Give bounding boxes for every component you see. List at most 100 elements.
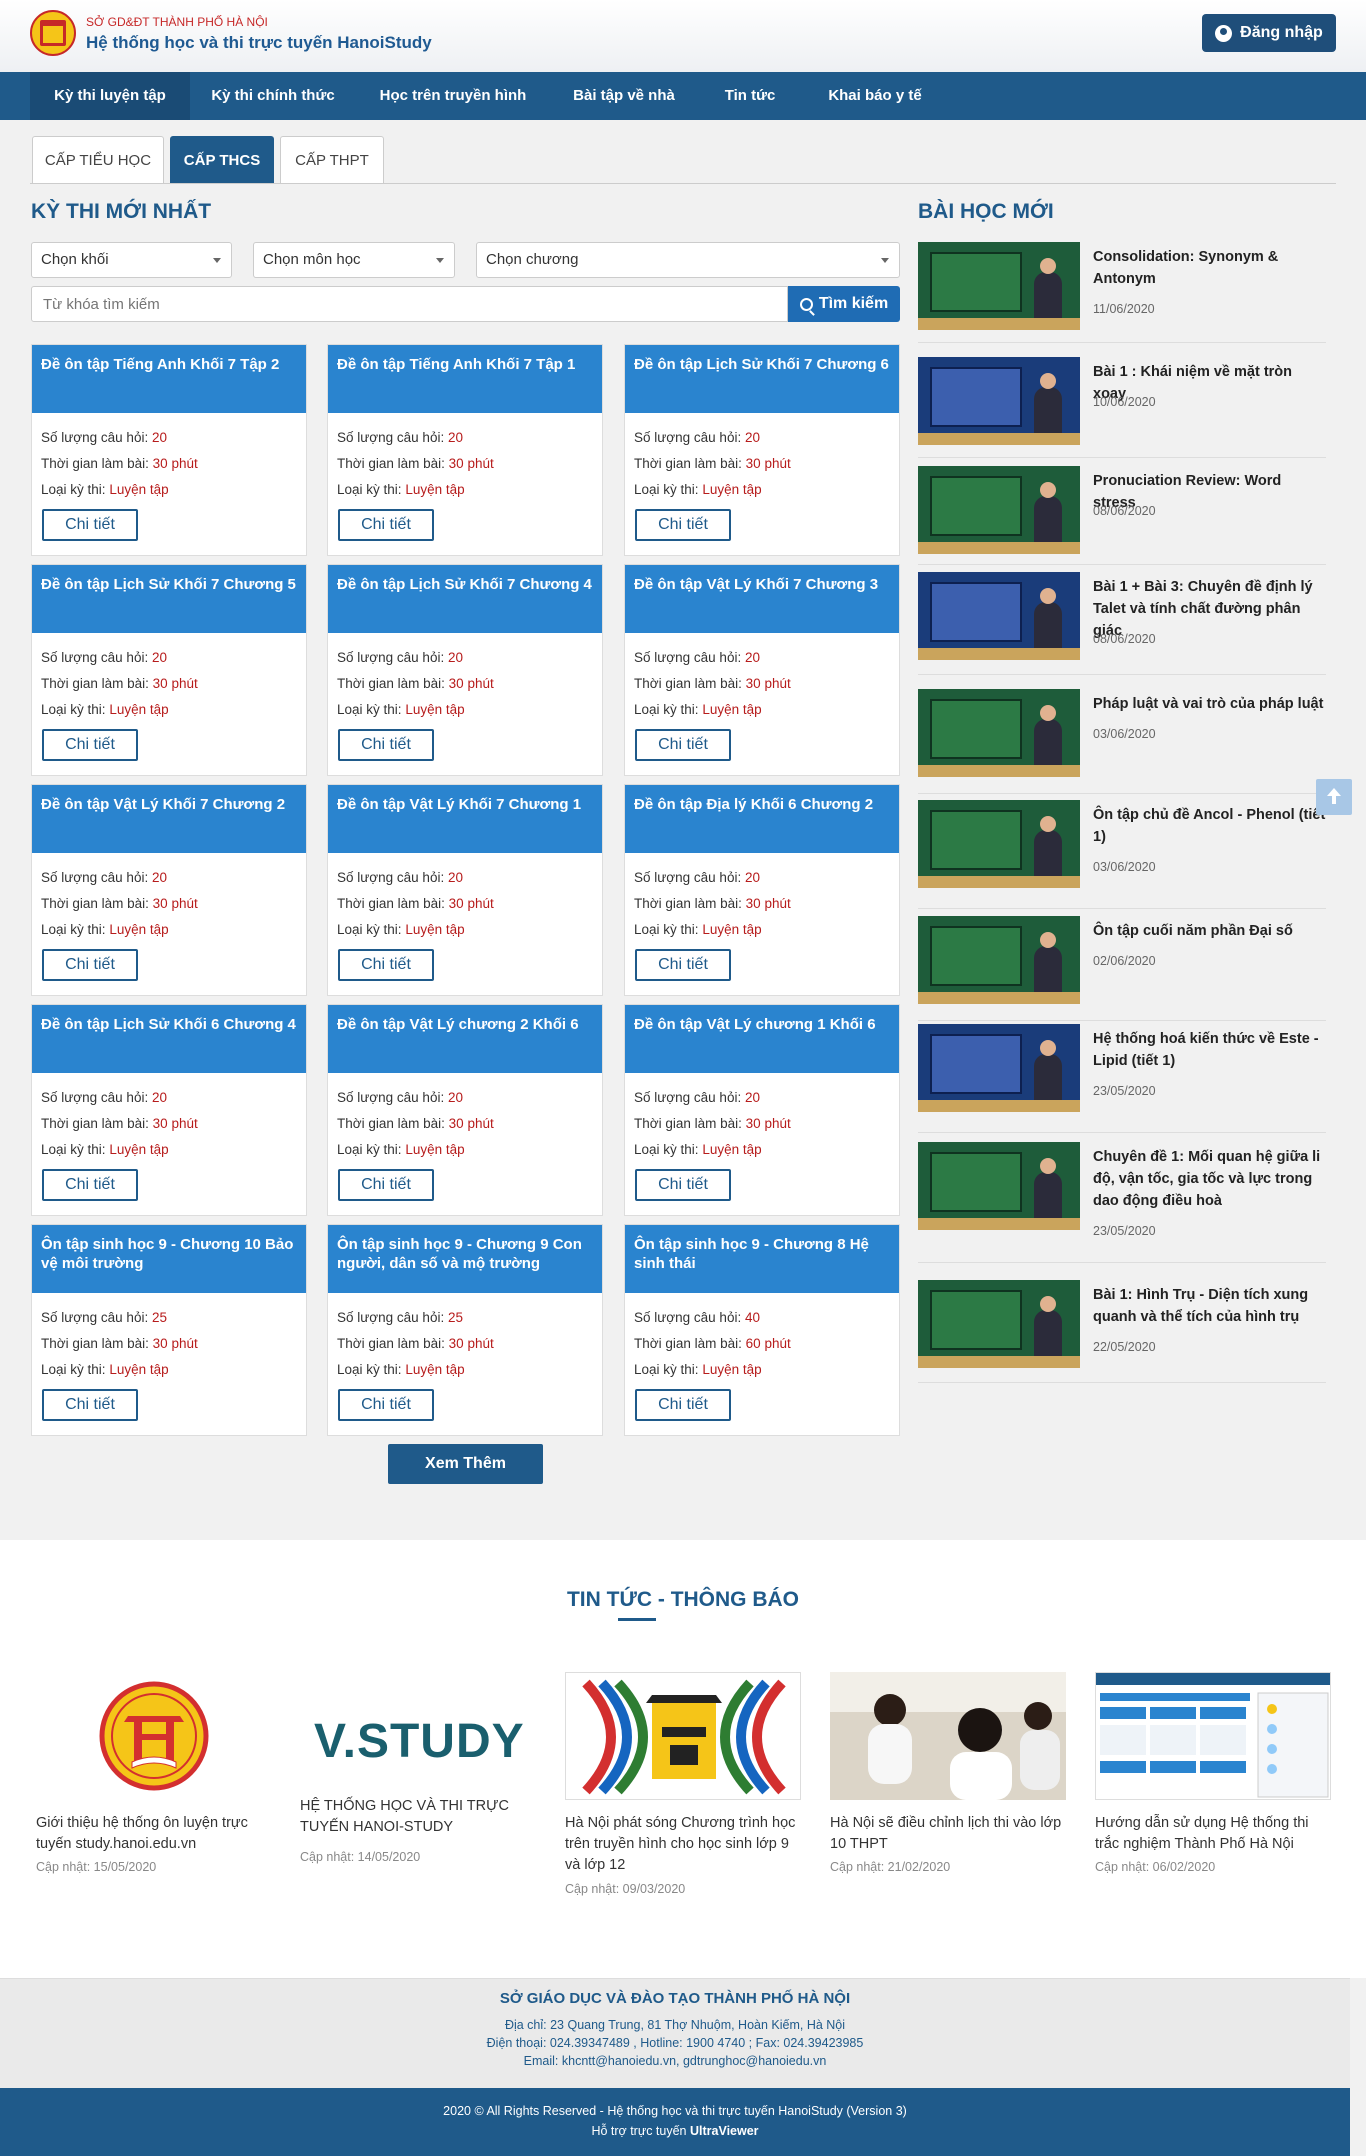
detail-button[interactable]: Chi tiết [338,949,434,981]
detail-button[interactable]: Chi tiết [635,1169,731,1201]
lesson-title[interactable]: Hệ thống hoá kiến thức về Este - Lipid (… [1093,1028,1326,1072]
lesson-thumbnail[interactable] [918,1024,1080,1112]
exam-card-title[interactable]: Đề ôn tập Vật Lý chương 1 Khối 6 [625,1005,899,1073]
nav-item-news[interactable]: Tin tức [710,72,790,120]
nav-item-tv-lessons[interactable]: Học trên truyền hình [370,72,536,120]
detail-button[interactable]: Chi tiết [338,509,434,541]
exam-card-title[interactable]: Đề ôn tập Lịch Sử Khối 7 Chương 5 [32,565,306,633]
exam-card-title[interactable]: Đề ôn tập Tiếng Anh Khối 7 Tập 1 [328,345,602,413]
detail-button[interactable]: Chi tiết [338,729,434,761]
detail-button[interactable]: Chi tiết [42,509,138,541]
subject-select[interactable]: Chọn môn học [253,242,455,278]
lesson-title[interactable]: Ôn tập cuối năm phần Đại số [1093,920,1326,942]
exam-card[interactable]: Đề ôn tập Vật Lý chương 1 Khối 6 Số lượng… [624,1004,900,1216]
news-caption[interactable]: Hà Nội phát sóng Chương trình học trên t… [565,1813,801,1876]
exam-card-title[interactable]: Đề ôn tập Lịch Sử Khối 7 Chương 6 [625,345,899,413]
detail-button[interactable]: Chi tiết [635,509,731,541]
exam-card[interactable]: Đề ôn tập Địa lý Khối 6 Chương 2 Số lượng… [624,784,900,996]
exam-card[interactable]: Đề ôn tập Vật Lý chương 2 Khối 6 Số lượng… [327,1004,603,1216]
view-more-button[interactable]: Xem Thêm [388,1444,543,1484]
lesson-item[interactable]: Bài 1 + Bài 3: Chuyên đề định lý Talet v… [918,572,1326,675]
detail-button[interactable]: Chi tiết [635,949,731,981]
lesson-title[interactable]: Chuyên đề 1: Mối quan hệ giữa li độ, vận… [1093,1146,1326,1212]
exam-card-title[interactable]: Đề ôn tập Tiếng Anh Khối 7 Tập 2 [32,345,306,413]
grade-select[interactable]: Chọn khối [31,242,232,278]
news-image-system-screenshot[interactable] [1095,1672,1331,1800]
exam-card[interactable]: Ôn tập sinh học 9 - Chương 10 Bảo vệ môi… [31,1224,307,1436]
tab-high-school[interactable]: CẤP THPT [280,136,384,184]
site-title[interactable]: Hệ thống học và thi trực tuyến HanoiStud… [86,33,432,53]
scroll-to-top-button[interactable] [1316,779,1352,815]
detail-button[interactable]: Chi tiết [42,949,138,981]
detail-button[interactable]: Chi tiết [635,1389,731,1421]
exam-card-title[interactable]: Đề ôn tập Lịch Sử Khối 6 Chương 4 [32,1005,306,1073]
lesson-thumbnail[interactable] [918,689,1080,777]
lesson-thumbnail[interactable] [918,1142,1080,1230]
lesson-item[interactable]: Ôn tập cuối năm phần Đại số 02/06/2020 [918,916,1326,1021]
exam-card[interactable]: Đề ôn tập Lịch Sử Khối 7 Chương 4 Số lượn… [327,564,603,776]
detail-button[interactable]: Chi tiết [42,1169,138,1201]
lesson-thumbnail[interactable] [918,242,1080,330]
exam-card-title[interactable]: Đề ôn tập Vật Lý Khối 7 Chương 1 [328,785,602,853]
exam-card-title[interactable]: Đề ôn tập Vật Lý Khối 7 Chương 3 [625,565,899,633]
exam-card-title[interactable]: Đề ôn tập Vật Lý Khối 7 Chương 2 [32,785,306,853]
lesson-item[interactable]: Consolidation: Synonym & Antonym 11/06/20… [918,242,1326,343]
news-image-vstudy-logo[interactable]: V.STUDY [300,1672,536,1800]
lesson-title[interactable]: Pháp luật và vai trò của pháp luật [1093,693,1326,715]
news-caption[interactable]: HỆ THỐNG HỌC VÀ THI TRỰC TUYẾN HANOI-STU… [300,1796,536,1838]
exam-card[interactable]: Đề ôn tập Lịch Sử Khối 7 Chương 5 Số lượn… [31,564,307,776]
exam-card[interactable]: Đề ôn tập Tiếng Anh Khối 7 Tập 1 Số lượng… [327,344,603,556]
nav-item-homework[interactable]: Bài tập về nhà [560,72,688,120]
news-caption[interactable]: Hướng dẫn sử dụng Hệ thống thi trắc nghi… [1095,1813,1331,1855]
lesson-thumbnail[interactable] [918,800,1080,888]
exam-card[interactable]: Đề ôn tập Vật Lý Khối 7 Chương 1 Số lượng… [327,784,603,996]
lesson-item[interactable]: Pháp luật và vai trò của pháp luật 03/06/… [918,689,1326,794]
exam-card-title[interactable]: Đề ôn tập Vật Lý chương 2 Khối 6 [328,1005,602,1073]
exam-card[interactable]: Ôn tập sinh học 9 - Chương 8 Hệ sinh thá… [624,1224,900,1436]
lesson-item[interactable]: Bài 1 : Khái niệm về mặt tròn xoay 10/06/… [918,357,1326,458]
lesson-item[interactable]: Pronuciation Review: Word stress 08/06/20… [918,466,1326,565]
lesson-item[interactable]: Hệ thống hoá kiến thức về Este - Lipid (… [918,1024,1326,1133]
lesson-item[interactable]: Ôn tập chủ đề Ancol - Phenol (tiết 1) 03/… [918,800,1326,909]
nav-item-health-declaration[interactable]: Khai báo y tế [815,72,935,120]
ultraviewer-link[interactable]: UltraViewer [690,2124,759,2138]
nav-item-official-exams[interactable]: Kỳ thi chính thức [200,72,346,120]
exam-card[interactable]: Đề ôn tập Lịch Sử Khối 6 Chương 4 Số lượn… [31,1004,307,1216]
detail-button[interactable]: Chi tiết [42,729,138,761]
news-caption[interactable]: Giới thiệu hệ thống ôn luyện trực tuyến … [36,1813,272,1855]
exam-card-title[interactable]: Đề ôn tập Địa lý Khối 6 Chương 2 [625,785,899,853]
search-button[interactable]: Tìm kiếm [788,286,900,322]
lesson-thumbnail[interactable] [918,916,1080,1004]
tab-primary[interactable]: CẤP TIỂU HỌC [32,136,164,184]
hanoi-edu-logo[interactable] [30,10,76,56]
news-image-students-photo[interactable] [830,1672,1066,1800]
news-image-tv-logo[interactable] [565,1672,801,1800]
search-input[interactable] [31,286,788,322]
exam-card[interactable]: Ôn tập sinh học 9 - Chương 9 Con người, … [327,1224,603,1436]
news-caption[interactable]: Hà Nội sẽ điều chỉnh lịch thi vào lớp 10… [830,1813,1066,1855]
exam-card[interactable]: Đề ôn tập Vật Lý Khối 7 Chương 3 Số lượng… [624,564,900,776]
exam-card-title[interactable]: Đề ôn tập Lịch Sử Khối 7 Chương 4 [328,565,602,633]
lesson-thumbnail[interactable] [918,1280,1080,1368]
exam-card-title[interactable]: Ôn tập sinh học 9 - Chương 10 Bảo vệ môi… [32,1225,306,1293]
login-button[interactable]: Đăng nhập [1202,14,1336,52]
nav-item-practice-exams[interactable]: Kỳ thi luyện tập [30,72,190,120]
exam-card-title[interactable]: Ôn tập sinh học 9 - Chương 8 Hệ sinh thá… [625,1225,899,1293]
tab-secondary[interactable]: CẤP THCS [170,136,274,184]
lesson-item[interactable]: Chuyên đề 1: Mối quan hệ giữa li độ, vận… [918,1142,1326,1263]
detail-button[interactable]: Chi tiết [338,1169,434,1201]
chapter-select[interactable]: Chọn chương [476,242,900,278]
detail-button[interactable]: Chi tiết [635,729,731,761]
lesson-thumbnail[interactable] [918,466,1080,554]
lesson-thumbnail[interactable] [918,357,1080,445]
exam-card-title[interactable]: Ôn tập sinh học 9 - Chương 9 Con người, … [328,1225,602,1293]
news-image-edu-seal[interactable] [36,1672,272,1800]
lesson-title[interactable]: Bài 1: Hình Trụ - Diện tích xung quanh v… [1093,1284,1326,1328]
lesson-item[interactable]: Bài 1: Hình Trụ - Diện tích xung quanh v… [918,1280,1326,1383]
lesson-title[interactable]: Ôn tập chủ đề Ancol - Phenol (tiết 1) [1093,804,1326,848]
exam-card[interactable]: Đề ôn tập Tiếng Anh Khối 7 Tập 2 Số lượng… [31,344,307,556]
exam-card[interactable]: Đề ôn tập Lịch Sử Khối 7 Chương 6 Số lượn… [624,344,900,556]
lesson-title[interactable]: Consolidation: Synonym & Antonym [1093,246,1326,290]
detail-button[interactable]: Chi tiết [338,1389,434,1421]
lesson-thumbnail[interactable] [918,572,1080,660]
